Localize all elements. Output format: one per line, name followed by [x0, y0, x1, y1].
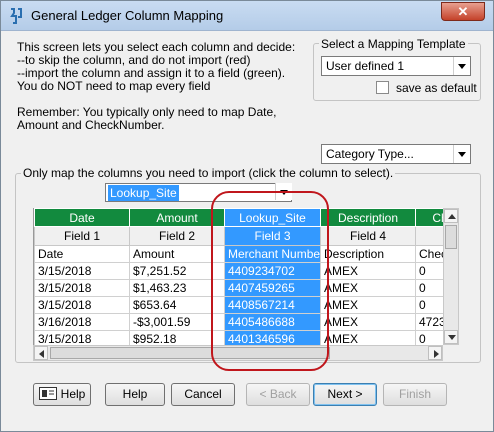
scroll-up-icon[interactable]: [444, 209, 458, 223]
table-row-cell[interactable]: Merchant Number: [224, 245, 321, 263]
field-assignment-row-cell[interactable]: [415, 226, 443, 246]
table-row[interactable]: 3/15/2018 $7,251.52 4409234702 AMEX 0: [34, 262, 443, 280]
table-row-cell[interactable]: Chec: [415, 245, 443, 263]
table-row-cell[interactable]: 0: [415, 262, 443, 280]
table-row-cell[interactable]: 0: [415, 279, 443, 297]
finish-button[interactable]: Finish: [383, 383, 447, 406]
column-header-row-cell[interactable]: Ch: [415, 208, 443, 227]
next-button-label: Next >: [327, 387, 363, 401]
table-row-cell[interactable]: -$3,001.59: [129, 313, 225, 331]
table-row-cell[interactable]: $1,463.23: [129, 279, 225, 297]
table-row-cell[interactable]: $7,251.52: [129, 262, 225, 280]
close-button[interactable]: ✕: [441, 2, 485, 21]
finish-button-label: Finish: [398, 387, 431, 401]
cancel-button[interactable]: Cancel: [171, 383, 235, 406]
table-row-cell[interactable]: AMEX: [320, 262, 416, 280]
remember-text: Remember: You typically only need to map…: [17, 105, 277, 132]
table-row-cell[interactable]: AMEX: [320, 330, 416, 345]
table-row-cell[interactable]: 3/15/2018: [34, 296, 130, 314]
scroll-down-icon[interactable]: [444, 330, 458, 344]
column-group-legend: Only map the columns you need to import …: [21, 166, 396, 180]
back-button[interactable]: < Back: [246, 383, 310, 406]
table-row-cell[interactable]: 0: [415, 296, 443, 314]
table-row-cell[interactable]: Amount: [129, 245, 225, 263]
field-assignment-row-cell[interactable]: Field 4: [320, 226, 416, 246]
mapping-window: General Ledger Column Mapping ✕ This scr…: [0, 0, 494, 432]
scroll-left-icon[interactable]: [34, 346, 48, 360]
field-assignment-row[interactable]: Field 1 Field 2 Field 3 Field 4: [34, 226, 443, 246]
table-row[interactable]: 3/15/2018 $952.18 4401346596 AMEX 0: [34, 330, 443, 345]
field-assignment-row-cell[interactable]: Field 2: [129, 226, 225, 246]
category-type-dropdown[interactable]: Category Type...: [321, 144, 471, 164]
save-default-label: save as default: [396, 81, 477, 95]
field-assignment-row-cell[interactable]: Field 3: [224, 226, 321, 246]
chevron-down-icon: [275, 183, 292, 200]
column-grid[interactable]: DateAmountLookup_SiteDescriptionChField …: [33, 208, 443, 345]
field-assignment-row-cell[interactable]: Field 1: [34, 226, 130, 246]
field-assign-value: Lookup_Site: [108, 185, 179, 201]
table-row-cell[interactable]: 3/15/2018: [34, 330, 130, 345]
column-header-row[interactable]: DateAmountLookup_SiteDescriptionCh: [34, 208, 443, 227]
chevron-down-icon: [453, 57, 470, 75]
column-header-row-cell[interactable]: Lookup_Site: [224, 208, 321, 227]
help-button-label: Help: [122, 387, 148, 401]
help-icon-button-label: Help: [60, 387, 86, 401]
table-row[interactable]: 3/15/2018 $653.64 4408567214 AMEX 0: [34, 296, 443, 314]
intro-text: This screen lets you select each column …: [17, 40, 296, 93]
category-type-value: Category Type...: [326, 147, 414, 161]
vertical-scroll-thumb[interactable]: [445, 225, 457, 249]
table-row-cell[interactable]: Date: [34, 245, 130, 263]
title-bar: General Ledger Column Mapping ✕: [1, 1, 493, 31]
chevron-down-icon: [453, 145, 470, 163]
table-row-cell[interactable]: AMEX: [320, 313, 416, 331]
grid-horizontal-scrollbar[interactable]: [33, 345, 443, 361]
table-row-cell[interactable]: 4405486688: [224, 313, 321, 331]
save-default-checkbox[interactable]: [376, 81, 389, 94]
table-row-cell[interactable]: Description: [320, 245, 416, 263]
table-row-cell[interactable]: AMEX: [320, 296, 416, 314]
column-header-row-cell[interactable]: Date: [34, 208, 130, 227]
cancel-button-label: Cancel: [184, 387, 222, 401]
template-dropdown-value: User defined 1: [326, 59, 405, 73]
help-book-icon: [38, 387, 57, 400]
field-assign-dropdown[interactable]: Lookup_Site: [105, 183, 292, 202]
column-header-row-cell[interactable]: Amount: [129, 208, 225, 227]
table-row[interactable]: 3/16/2018-$3,001.594405486688AMEX4723: [34, 313, 443, 331]
grid-vertical-scrollbar[interactable]: [443, 208, 459, 345]
table-row-cell[interactable]: 4723: [415, 313, 443, 331]
table-row[interactable]: DateAmountMerchant NumberDescriptionChec: [34, 245, 443, 263]
close-icon: ✕: [457, 4, 469, 19]
app-icon: [10, 8, 22, 24]
back-button-label: < Back: [259, 387, 297, 401]
table-row-cell[interactable]: 4401346596: [224, 330, 321, 345]
window-title: General Ledger Column Mapping: [31, 8, 224, 23]
table-row-cell[interactable]: 3/16/2018: [34, 313, 130, 331]
column-header-row-cell[interactable]: Description: [320, 208, 416, 227]
table-row-cell[interactable]: 0: [415, 330, 443, 345]
field-assign-arrow: [274, 183, 292, 202]
table-row-cell[interactable]: 3/15/2018: [34, 262, 130, 280]
table-row[interactable]: 3/15/2018 $1,463.23 4407459265 AMEX 0: [34, 279, 443, 297]
table-row-cell[interactable]: AMEX: [320, 279, 416, 297]
next-button[interactable]: Next >: [313, 383, 377, 406]
table-row-cell[interactable]: 4407459265: [224, 279, 321, 297]
table-row-cell[interactable]: 4408567214: [224, 296, 321, 314]
table-row-cell[interactable]: 4409234702: [224, 262, 321, 280]
help-button[interactable]: Help: [105, 383, 165, 406]
scroll-right-icon[interactable]: [428, 346, 442, 360]
horizontal-scroll-thumb[interactable]: [50, 347, 330, 359]
template-group-legend: Select a Mapping Template: [319, 37, 468, 51]
template-dropdown[interactable]: User defined 1: [321, 56, 471, 76]
table-row-cell[interactable]: 3/15/2018: [34, 279, 130, 297]
table-row-cell[interactable]: $952.18: [129, 330, 225, 345]
table-row-cell[interactable]: $653.64: [129, 296, 225, 314]
column-table: DateAmountLookup_SiteDescriptionChField …: [34, 208, 443, 345]
help-icon-button[interactable]: Help: [33, 383, 91, 406]
